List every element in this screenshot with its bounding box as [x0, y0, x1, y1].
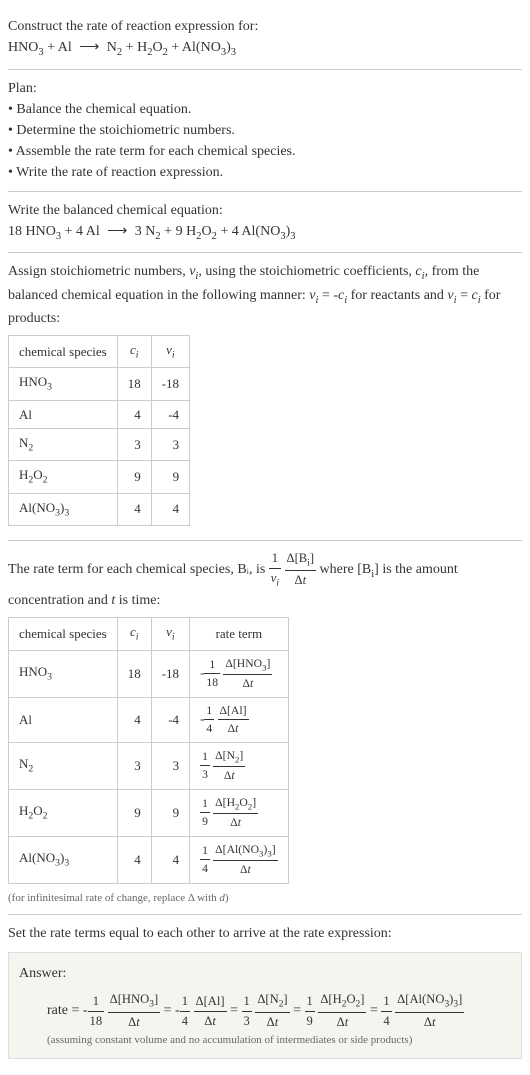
col-header: ci: [117, 336, 151, 368]
plan-item: • Determine the stoichiometric numbers.: [8, 120, 522, 141]
ci-cell: 3: [117, 742, 151, 789]
table-row: N2 3 3: [9, 429, 190, 461]
ci-cell: 4: [117, 493, 151, 525]
species-cell: HNO3: [9, 368, 118, 400]
table-row: Al(NO3)3 4 4: [9, 493, 190, 525]
vi-cell: -18: [151, 650, 189, 697]
infinitesimal-note: (for infinitesimal rate of change, repla…: [8, 890, 522, 907]
stoichiometric-section: Assign stoichiometric numbers, νi, using…: [8, 253, 522, 541]
plan-section: Plan: • Balance the chemical equation. •…: [8, 70, 522, 192]
table-row: N2 3 3 13 Δ[N2]Δt: [9, 742, 289, 789]
table-row: Al(NO3)3 4 4 14 Δ[Al(NO3)3]Δt: [9, 836, 289, 883]
species-cell: N2: [9, 429, 118, 461]
vi-cell: -4: [151, 697, 189, 742]
fraction: Δ[Bi]Δt: [285, 549, 317, 591]
plan-header: Plan:: [8, 78, 522, 99]
plan-item: • Write the rate of reaction expression.: [8, 162, 522, 183]
species-cell: Al(NO3)3: [9, 836, 118, 883]
rate-expression: rate = -118 Δ[HNO3]Δt = -14 Δ[Al]Δt = 13…: [19, 990, 511, 1032]
fraction: 1νi: [269, 549, 281, 591]
species-cell: Al(NO3)3: [9, 493, 118, 525]
stoichiometric-table: chemical species ci νi HNO3 18 -18 Al 4 …: [8, 335, 190, 526]
answer-section: Set the rate terms equal to each other t…: [8, 915, 522, 1067]
ci-cell: 9: [117, 789, 151, 836]
vi-cell: -4: [151, 400, 189, 429]
col-header: rate term: [190, 618, 289, 650]
title: Construct the rate of reaction expressio…: [8, 16, 522, 37]
rate-term-text: The rate term for each chemical species,…: [8, 549, 522, 612]
species-cell: HNO3: [9, 650, 118, 697]
ci-cell: 4: [117, 697, 151, 742]
balanced-section: Write the balanced chemical equation: 18…: [8, 192, 522, 254]
ci-cell: 18: [117, 650, 151, 697]
rate-term-cell: -118 Δ[HNO3]Δt: [190, 650, 289, 697]
table-row: Al 4 -4 -14 Δ[Al]Δt: [9, 697, 289, 742]
answer-label: Answer:: [19, 963, 511, 984]
species-cell: Al: [9, 400, 118, 429]
rate-term-cell: 19 Δ[H2O2]Δt: [190, 789, 289, 836]
unbalanced-equation: HNO3 + Al ⟶ N2 + H2O2 + Al(NO3)3: [8, 37, 522, 61]
table-row: Al 4 -4: [9, 400, 190, 429]
ci-cell: 4: [117, 400, 151, 429]
vi-cell: 4: [151, 836, 189, 883]
balanced-equation: 18 HNO3 + 4 Al ⟶ 3 N2 + 9 H2O2 + 4 Al(NO…: [8, 221, 522, 245]
rate-term-cell: 13 Δ[N2]Δt: [190, 742, 289, 789]
species-cell: N2: [9, 742, 118, 789]
plan-item: • Balance the chemical equation.: [8, 99, 522, 120]
rate-term-table: chemical species ci νi rate term HNO3 18…: [8, 617, 289, 884]
vi-cell: 4: [151, 493, 189, 525]
col-header: νi: [151, 618, 189, 650]
table-row: H2O2 9 9: [9, 461, 190, 493]
col-header: νi: [151, 336, 189, 368]
vi-cell: 3: [151, 742, 189, 789]
table-row: HNO3 18 -18: [9, 368, 190, 400]
species-cell: H2O2: [9, 789, 118, 836]
ci-cell: 4: [117, 836, 151, 883]
assign-text: Assign stoichiometric numbers, νi, using…: [8, 261, 522, 329]
rate-term-cell: -14 Δ[Al]Δt: [190, 697, 289, 742]
species-cell: H2O2: [9, 461, 118, 493]
col-header: chemical species: [9, 618, 118, 650]
col-header: chemical species: [9, 336, 118, 368]
ci-cell: 18: [117, 368, 151, 400]
ci-cell: 9: [117, 461, 151, 493]
balanced-header: Write the balanced chemical equation:: [8, 200, 522, 221]
table-row: H2O2 9 9 19 Δ[H2O2]Δt: [9, 789, 289, 836]
ci-cell: 3: [117, 429, 151, 461]
vi-cell: -18: [151, 368, 189, 400]
plan-item: • Assemble the rate term for each chemic…: [8, 141, 522, 162]
table-row: HNO3 18 -18 -118 Δ[HNO3]Δt: [9, 650, 289, 697]
answer-box: Answer: rate = -118 Δ[HNO3]Δt = -14 Δ[Al…: [8, 952, 522, 1059]
set-equal-text: Set the rate terms equal to each other t…: [8, 923, 522, 944]
problem-statement: Construct the rate of reaction expressio…: [8, 8, 522, 70]
rate-term-section: The rate term for each chemical species,…: [8, 541, 522, 916]
col-header: ci: [117, 618, 151, 650]
rate-term-cell: 14 Δ[Al(NO3)3]Δt: [190, 836, 289, 883]
vi-cell: 3: [151, 429, 189, 461]
vi-cell: 9: [151, 461, 189, 493]
vi-cell: 9: [151, 789, 189, 836]
species-cell: Al: [9, 697, 118, 742]
